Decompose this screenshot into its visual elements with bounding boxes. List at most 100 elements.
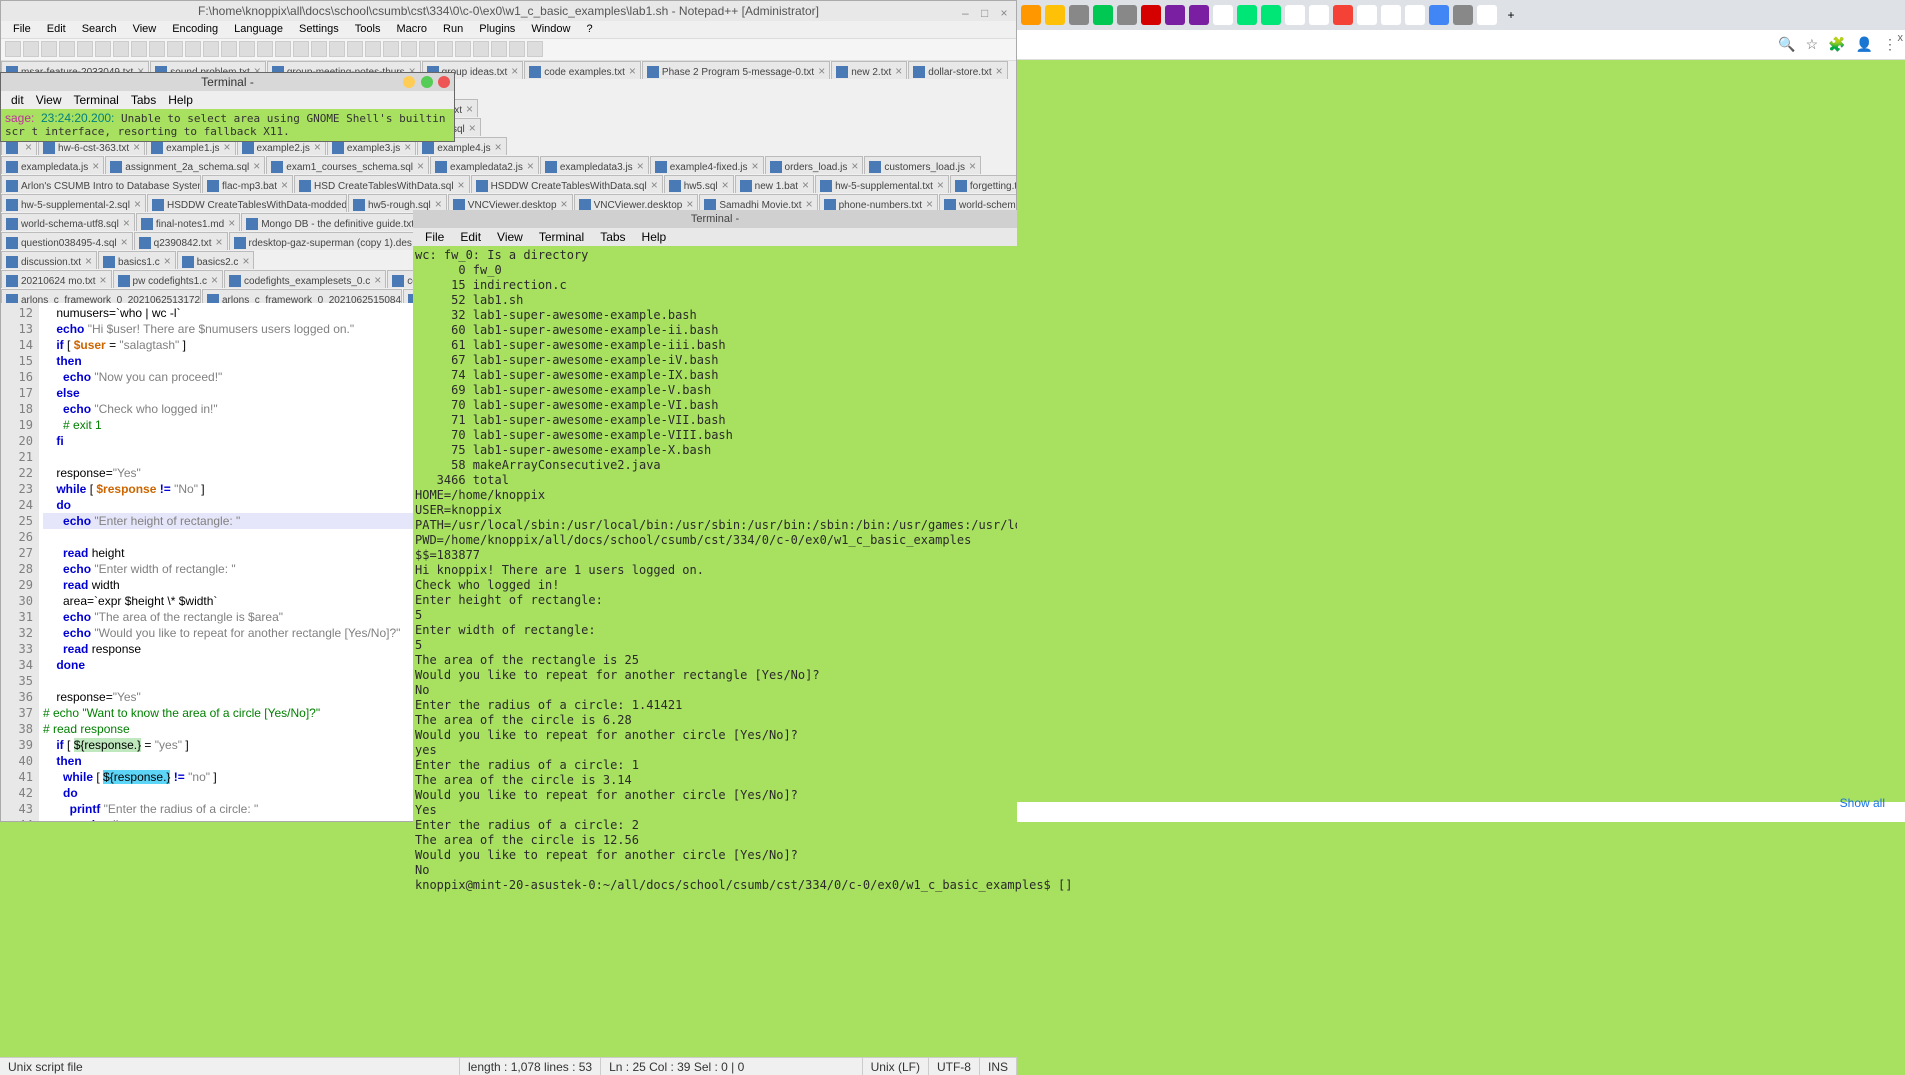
file-tab[interactable]: 20210624 mo.txt× <box>1 270 112 288</box>
tab-close-icon[interactable]: × <box>851 159 858 173</box>
tab-close-icon[interactable]: × <box>253 159 260 173</box>
tab-close-icon[interactable]: × <box>802 178 809 192</box>
toolbar-btn-10[interactable] <box>185 41 201 57</box>
tab-close-icon[interactable]: × <box>211 273 218 287</box>
menu-view[interactable]: View <box>125 21 165 37</box>
file-tab[interactable]: world-schema-utf8.sql× <box>1 213 135 231</box>
tab-close-icon[interactable]: × <box>121 235 128 249</box>
minimize-icon[interactable] <box>403 76 415 88</box>
file-tab[interactable]: codefights_examplesets_0.c× <box>224 270 386 288</box>
tab-close-icon[interactable]: × <box>926 197 933 211</box>
browser-tab-7[interactable] <box>1189 5 1209 25</box>
toolbar-btn-17[interactable] <box>311 41 327 57</box>
menu-plugins[interactable]: Plugins <box>471 21 523 37</box>
maximize-icon[interactable] <box>421 76 433 88</box>
toolbar-btn-24[interactable] <box>437 41 453 57</box>
tab-close-icon[interactable]: × <box>314 140 321 154</box>
close-icon[interactable]: × <box>997 3 1011 17</box>
file-tab[interactable]: q2390842.txt× <box>134 232 228 250</box>
file-tab[interactable]: example4-fixed.js× <box>650 156 764 174</box>
browser-toolbar[interactable]: 🔍 ☆ 🧩 👤 ⋮ <box>1017 30 1905 60</box>
term2-menu-View[interactable]: View <box>489 228 531 246</box>
file-tab[interactable]: exampledata3.js× <box>540 156 649 174</box>
toolbar-btn-2[interactable] <box>41 41 57 57</box>
tab-close-icon[interactable]: × <box>561 197 568 211</box>
toolbar-btn-4[interactable] <box>77 41 93 57</box>
toolbar-btn-7[interactable] <box>131 41 147 57</box>
terminal1-output[interactable]: sage: 23:24:20.200: Unable to select are… <box>1 109 454 141</box>
browser-tab-0[interactable] <box>1021 5 1041 25</box>
tab-close-icon[interactable]: × <box>215 235 222 249</box>
toolbar-btn-29[interactable] <box>527 41 543 57</box>
term1-menu-dit[interactable]: dit <box>5 91 30 109</box>
tab-close-icon[interactable]: × <box>224 140 231 154</box>
toolbar-btn-12[interactable] <box>221 41 237 57</box>
browser-tab-14[interactable] <box>1357 5 1377 25</box>
terminal2-menubar[interactable]: FileEditViewTerminalTabsHelp <box>413 228 1017 246</box>
toolbar-btn-27[interactable] <box>491 41 507 57</box>
file-tab[interactable]: new 1.bat× <box>735 175 814 193</box>
file-tab[interactable]: exampledata2.js× <box>430 156 539 174</box>
tab-close-icon[interactable]: × <box>417 159 424 173</box>
tab-close-icon[interactable]: × <box>281 178 288 192</box>
tab-close-icon[interactable]: × <box>511 64 518 78</box>
tab-close-icon[interactable]: × <box>752 159 759 173</box>
menubar[interactable]: FileEditSearchViewEncodingLanguageSettin… <box>1 21 1016 39</box>
toolbar-btn-1[interactable] <box>23 41 39 57</box>
menu-tools[interactable]: Tools <box>347 21 389 37</box>
menu-edit[interactable]: Edit <box>39 21 74 37</box>
browser-tab-12[interactable] <box>1309 5 1329 25</box>
file-tab[interactable]: assignment_2a_schema.sql× <box>105 156 265 174</box>
toolbar-btn-9[interactable] <box>167 41 183 57</box>
file-tab[interactable]: Arlon's CSUMB Intro to Database Systems … <box>1 175 201 193</box>
browser-tab-10[interactable] <box>1261 5 1281 25</box>
browser-tab-6[interactable] <box>1165 5 1185 25</box>
toolbar-btn-20[interactable] <box>365 41 381 57</box>
file-tab[interactable]: rdesktop-gaz-superman (copy 1).des× <box>229 232 428 250</box>
tab-close-icon[interactable]: × <box>85 254 92 268</box>
term1-menu-Help[interactable]: Help <box>162 91 199 109</box>
tab-close-icon[interactable]: × <box>164 254 171 268</box>
toolbar-btn-25[interactable] <box>455 41 471 57</box>
file-tab[interactable]: dollar-store.txt× <box>908 61 1007 79</box>
tab-close-icon[interactable]: × <box>651 178 658 192</box>
browser-tab-9[interactable] <box>1237 5 1257 25</box>
toolbar-btn-5[interactable] <box>95 41 111 57</box>
tab-close-icon[interactable]: × <box>404 140 411 154</box>
bookmark-icon[interactable]: ☆ <box>1806 36 1819 53</box>
menu-run[interactable]: Run <box>435 21 471 37</box>
tab-close-icon[interactable]: × <box>629 64 636 78</box>
file-tab[interactable]: exam1_courses_schema.sql× <box>266 156 429 174</box>
tab-close-icon[interactable]: × <box>495 140 502 154</box>
file-tab[interactable]: exampledata.js× <box>1 156 104 174</box>
tab-close-icon[interactable]: × <box>134 197 141 211</box>
tab-close-icon[interactable]: × <box>469 121 476 135</box>
file-tab[interactable]: orders_load.js× <box>765 156 864 174</box>
browser-tab-15[interactable] <box>1381 5 1401 25</box>
toolbar-btn-16[interactable] <box>293 41 309 57</box>
menu-settings[interactable]: Settings <box>291 21 347 37</box>
tab-close-icon[interactable]: × <box>895 64 902 78</box>
maximize-icon[interactable]: □ <box>978 3 992 17</box>
tab-close-icon[interactable]: × <box>25 140 32 154</box>
tab-close-icon[interactable]: × <box>123 216 130 230</box>
toolbar-btn-21[interactable] <box>383 41 399 57</box>
toolbar-btn-18[interactable] <box>329 41 345 57</box>
menu-search[interactable]: Search <box>74 21 125 37</box>
term2-menu-File[interactable]: File <box>417 228 452 246</box>
showall-link[interactable]: Show all <box>1840 796 1885 810</box>
file-tab[interactable]: basics2.c× <box>177 251 255 269</box>
tab-close-icon[interactable]: × <box>969 159 976 173</box>
browser-tab-19[interactable] <box>1477 5 1497 25</box>
tab-close-icon[interactable]: × <box>100 273 107 287</box>
file-tab[interactable]: new 2.txt× <box>831 61 907 79</box>
toolbar-btn-22[interactable] <box>401 41 417 57</box>
term2-menu-Tabs[interactable]: Tabs <box>592 228 633 246</box>
browser-tab-4[interactable] <box>1117 5 1137 25</box>
toolbar-btn-26[interactable] <box>473 41 489 57</box>
tab-close-icon[interactable]: × <box>458 178 465 192</box>
file-tab[interactable]: hw-5-supplemental-2.sql× <box>1 194 146 212</box>
tab-close-icon[interactable]: × <box>228 216 235 230</box>
file-tab[interactable]: discussion.txt× <box>1 251 97 269</box>
extensions-icon[interactable]: 🧩 <box>1828 36 1845 53</box>
